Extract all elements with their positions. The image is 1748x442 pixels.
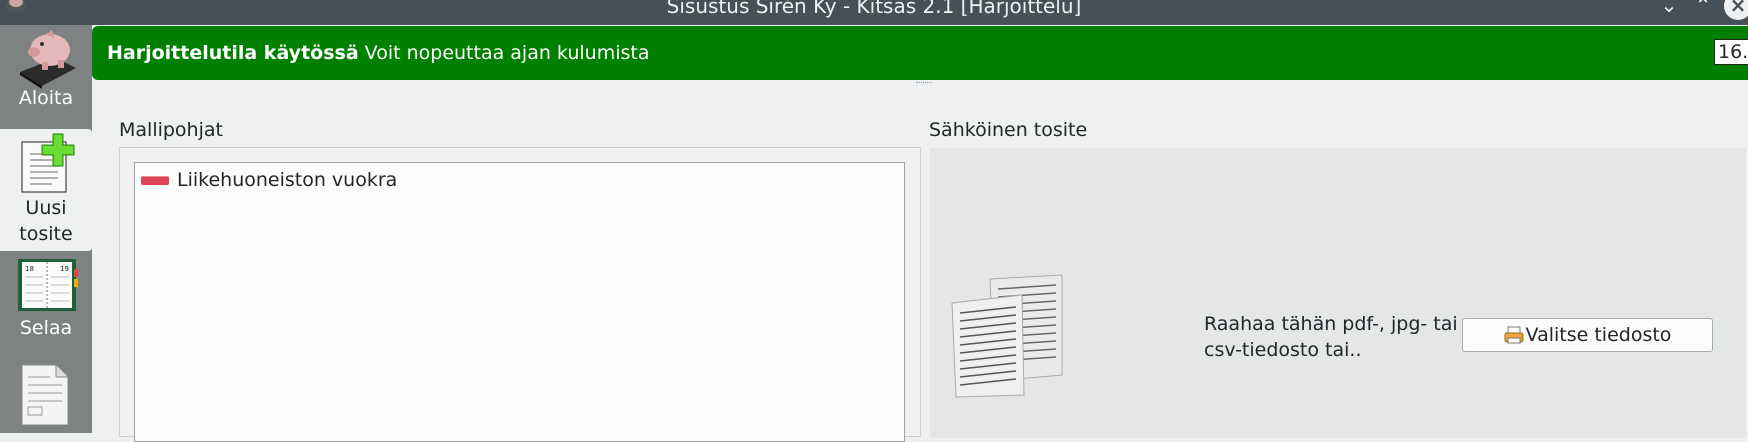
templates-title: Mallipohjat — [119, 119, 223, 141]
sidebar: Aloita Uusi tosite 18 19 Selaa — [0, 25, 92, 433]
date-value: 16.11.2020 — [1718, 41, 1748, 63]
sidebar-item-selaa[interactable]: 18 19 Selaa — [0, 253, 92, 351]
new-document-icon — [21, 133, 75, 193]
minus-icon — [141, 175, 169, 185]
splitter-handle[interactable] — [916, 82, 932, 85]
list-item-label: Liikehuoneiston vuokra — [177, 169, 398, 191]
sidebar-item-form[interactable] — [0, 361, 92, 433]
templates-list[interactable]: Liikehuoneiston vuokra — [134, 162, 905, 442]
window-titlebar[interactable]: Sisustus Sirén Ky - Kitsas 2.1 [Harjoitt… — [0, 0, 1748, 25]
piggy-bank-icon — [20, 30, 76, 89]
window-title: Sisustus Sirén Ky - Kitsas 2.1 [Harjoitt… — [666, 0, 1082, 18]
sidebar-item-label: Selaa — [19, 317, 73, 339]
banner-message: Harjoittelutila käytössä Voit nopeuttaa … — [107, 40, 650, 66]
form-document-icon — [21, 364, 69, 425]
drop-hint: Raahaa tähän pdf-, jpg- tai csv-tiedosto… — [1204, 313, 1458, 361]
drop-zone[interactable]: Raahaa tähän pdf-, jpg- tai csv-tiedosto… — [930, 148, 1746, 438]
banner-text: Voit nopeuttaa ajan kulumista — [358, 42, 650, 64]
choose-file-label: Valitse tiedosto — [1525, 324, 1672, 346]
svg-text:19: 19 — [60, 265, 69, 273]
maximize-icon[interactable]: ⌃ — [1690, 0, 1716, 20]
calendar-book-icon: 18 19 — [18, 259, 78, 311]
sidebar-item-uusi-tosite[interactable]: Uusi tosite — [0, 129, 92, 251]
printer-icon — [1504, 326, 1524, 344]
electronic-title: Sähköinen tosite — [929, 119, 1088, 141]
svg-text:18: 18 — [25, 265, 34, 273]
documents-icon — [951, 274, 1063, 398]
sidebar-item-aloita[interactable]: Aloita — [0, 25, 92, 127]
sidebar-item-label: Uusi tosite — [19, 197, 73, 245]
minimize-icon[interactable]: ⌄ — [1656, 0, 1682, 20]
sidebar-item-label: Aloita — [18, 87, 74, 109]
banner-bold: Harjoittelutila käytössä — [107, 42, 359, 64]
date-picker[interactable]: 16.11.2020 — [1714, 39, 1748, 65]
choose-file-button[interactable]: Valitse tiedosto — [1462, 318, 1713, 352]
practice-mode-banner: Harjoittelutila käytössä Voit nopeuttaa … — [92, 26, 1748, 80]
list-item[interactable]: Liikehuoneiston vuokra — [139, 167, 397, 193]
